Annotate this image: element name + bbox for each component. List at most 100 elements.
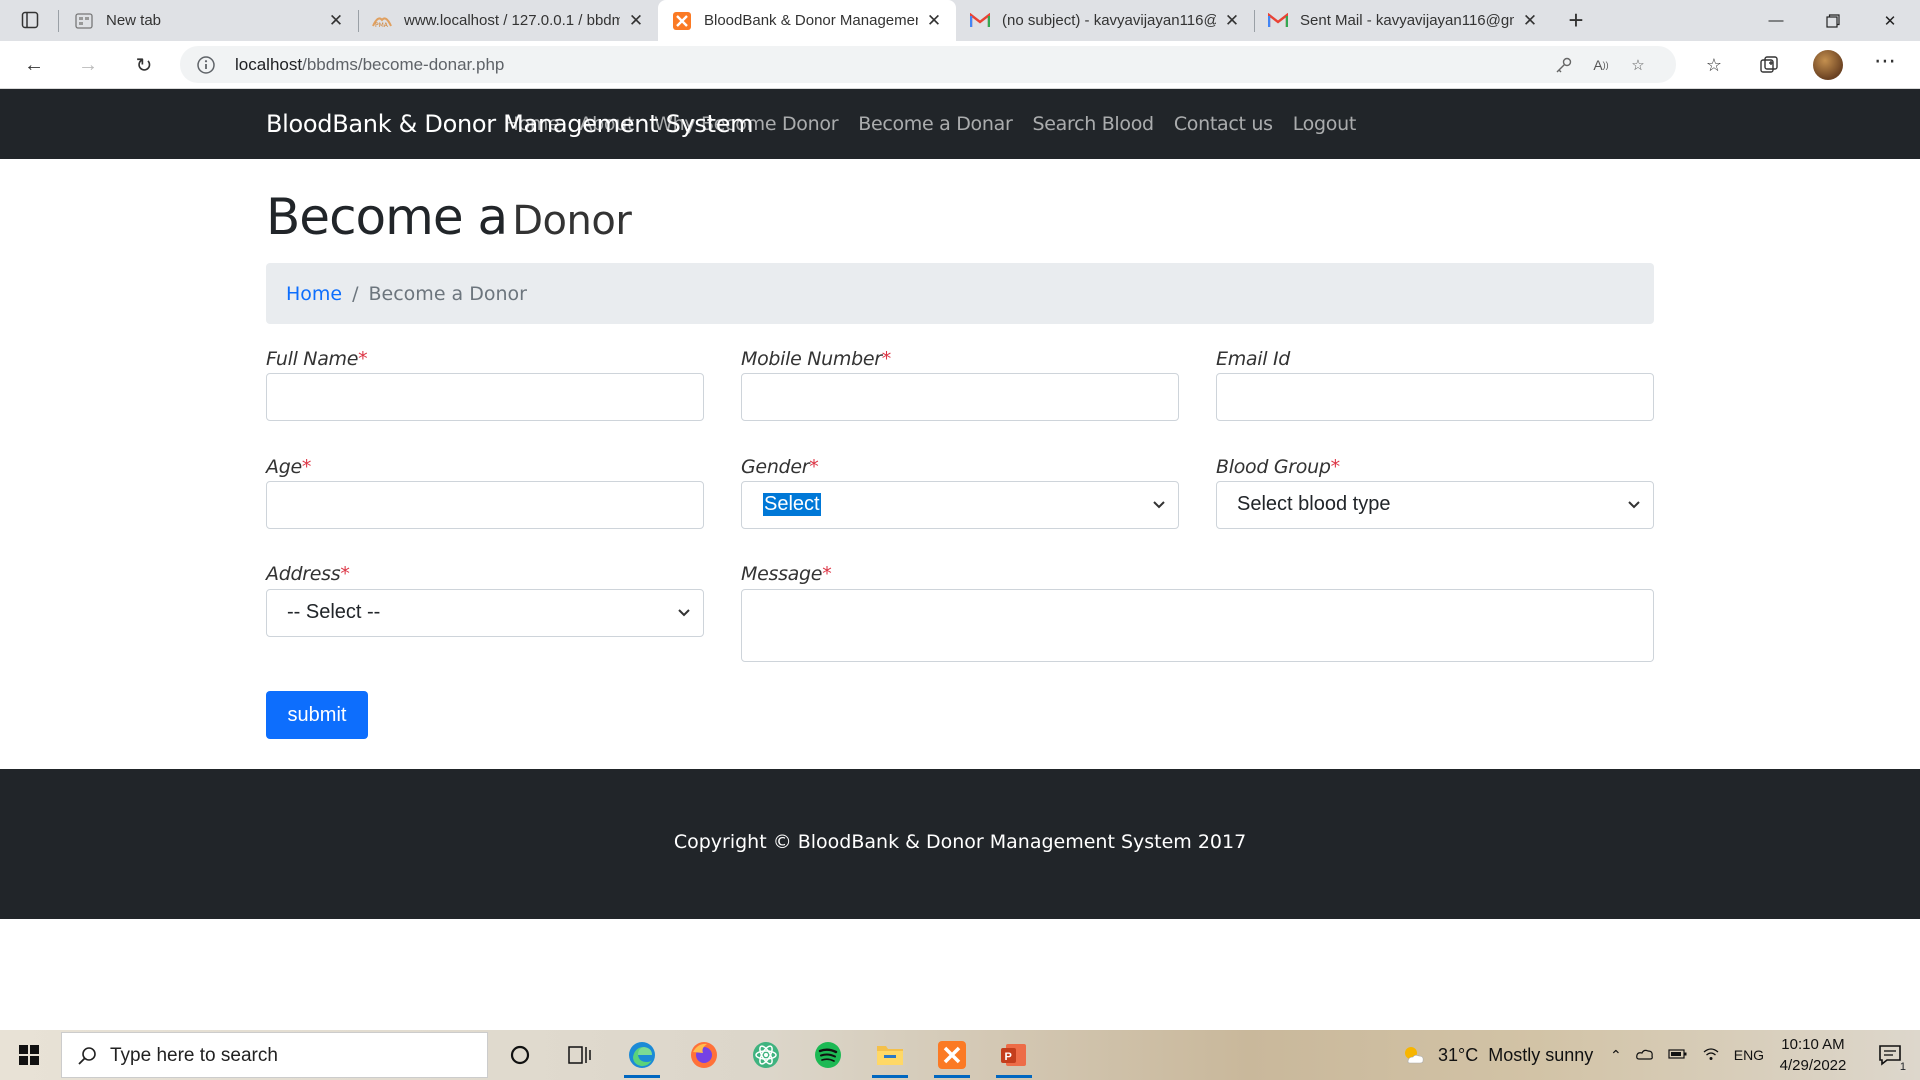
file-explorer-icon[interactable] — [862, 1030, 918, 1080]
svg-text:PMA: PMA — [375, 22, 389, 28]
message-textarea[interactable] — [741, 589, 1654, 662]
system-tray: ⌃ ENG — [1610, 1030, 1764, 1080]
age-field[interactable] — [266, 481, 704, 529]
email-field[interactable] — [1216, 373, 1654, 421]
chevron-down-icon — [1153, 501, 1165, 509]
blood-group-select[interactable]: Select blood type — [1216, 481, 1654, 529]
nav-link-why-become-donor[interactable]: Why Become Donor — [654, 113, 838, 135]
more-options-icon[interactable]: ⋯ — [1870, 46, 1900, 76]
forward-arrow-icon[interactable]: → — [70, 49, 106, 81]
nav-link-about[interactable]: About — [579, 113, 634, 135]
clock-date: 4/29/2022 — [1779, 1057, 1847, 1074]
weather-condition: Mostly sunny — [1488, 1044, 1594, 1065]
close-tab-icon[interactable]: ✕ — [326, 11, 346, 31]
page-title: Become a Donor — [266, 188, 632, 246]
notifications-icon[interactable]: 1 — [1862, 1030, 1918, 1080]
site-footer: Copyright © BloodBank & Donor Management… — [0, 769, 1920, 919]
onedrive-cloud-icon[interactable] — [1635, 1047, 1654, 1063]
site-navbar: BloodBank & Donor Management System Home… — [0, 89, 1920, 159]
powerpoint-icon[interactable]: P — [986, 1030, 1042, 1080]
nav-link-logout[interactable]: Logout — [1293, 113, 1357, 135]
read-aloud-icon[interactable]: A)) — [1589, 54, 1613, 76]
email-label: Email Id — [1216, 348, 1291, 370]
refresh-icon[interactable]: ↻ — [126, 49, 162, 81]
phpmyadmin-icon: PMA — [372, 11, 392, 31]
profile-avatar[interactable] — [1813, 50, 1843, 80]
full-name-field[interactable] — [266, 373, 704, 421]
address-bar[interactable]: localhost/bbdms/become-donar.php A)) ☆ — [180, 46, 1676, 83]
address-label: Address* — [266, 563, 350, 585]
chevron-down-icon — [1628, 501, 1640, 509]
breadcrumb-current: Become a Donor — [368, 282, 527, 305]
nav-link-home[interactable]: Home — [505, 113, 560, 135]
svg-text:P: P — [1005, 1051, 1012, 1063]
taskbar-clock[interactable]: 10:10 AM 4/29/2022 — [1768, 1034, 1858, 1076]
xampp-icon — [672, 11, 692, 31]
windows-start-icon[interactable] — [0, 1030, 58, 1080]
close-tab-icon[interactable]: ✕ — [924, 11, 944, 31]
tab-title: (no subject) - kavyavijayan116@gmail.com — [1002, 12, 1216, 29]
close-tab-icon[interactable]: ✕ — [1222, 11, 1242, 31]
close-tab-icon[interactable]: ✕ — [1520, 11, 1540, 31]
tab-title: BloodBank & Donor Management System — [704, 12, 918, 29]
weather-widget[interactable]: 31°C Mostly sunny — [1400, 1030, 1593, 1080]
submit-button[interactable]: submit — [266, 691, 368, 739]
nav-link-search-blood[interactable]: Search Blood — [1032, 113, 1154, 135]
browser-tab-new-tab[interactable]: New tab ✕ — [60, 0, 358, 41]
battery-icon[interactable] — [1668, 1047, 1688, 1063]
add-favorite-icon[interactable]: ☆ — [1626, 54, 1650, 76]
gender-select[interactable]: Select — [741, 481, 1179, 529]
tab-title: www.localhost / 127.0.0.1 / bbdms — [404, 12, 620, 29]
breadcrumb-home-link[interactable]: Home — [286, 283, 342, 305]
message-label: Message* — [741, 563, 832, 585]
browser-tab-gmail-sent[interactable]: Sent Mail - kavyavijayan116@gmail.com ✕ — [1254, 0, 1552, 41]
gmail-icon — [970, 11, 990, 31]
blood-group-selected-value: Select blood type — [1237, 493, 1391, 515]
xampp-icon[interactable] — [924, 1030, 980, 1080]
chevron-up-icon[interactable]: ⌃ — [1610, 1047, 1622, 1064]
close-tab-icon[interactable]: ✕ — [626, 11, 646, 31]
nav-link-contact-us[interactable]: Contact us — [1174, 113, 1273, 135]
collections-icon[interactable] — [1754, 50, 1784, 80]
language-indicator[interactable]: ENG — [1734, 1047, 1764, 1063]
new-tab-plus-icon[interactable]: + — [1561, 5, 1591, 35]
notification-count: 1 — [1896, 1061, 1909, 1073]
blood-group-label: Blood Group* — [1216, 456, 1340, 478]
tab-title: Sent Mail - kavyavijayan116@gmail.com — [1300, 12, 1514, 29]
age-label: Age* — [266, 456, 312, 478]
nav-link-become-a-donar[interactable]: Become a Donar — [858, 113, 1013, 135]
site-info-icon[interactable] — [196, 55, 216, 75]
back-arrow-icon[interactable]: ← — [16, 49, 52, 81]
firefox-icon[interactable] — [676, 1030, 732, 1080]
gender-selected-value: Select — [763, 493, 821, 516]
task-view-icon[interactable] — [552, 1030, 608, 1080]
browser-tab-bloodbank[interactable]: BloodBank & Donor Management System ✕ — [658, 0, 956, 41]
footer-copyright: Copyright © BloodBank & Donor Management… — [673, 831, 1247, 853]
browser-tab-phpmyadmin[interactable]: PMA www.localhost / 127.0.0.1 / bbdms ✕ — [358, 0, 658, 41]
close-window-icon[interactable]: ✕ — [1862, 0, 1918, 41]
windows-taskbar: Type here to search P 31°C Mostly sunny … — [0, 1030, 1920, 1080]
chevron-down-icon — [678, 609, 690, 617]
atom-icon[interactable] — [738, 1030, 794, 1080]
browser-tab-gmail-no-subject[interactable]: (no subject) - kavyavijayan116@gmail.com… — [956, 0, 1254, 41]
edge-icon[interactable] — [614, 1030, 670, 1080]
nav-links: Home About Why Become Donor Become a Don… — [505, 113, 1357, 135]
weather-temperature: 31°C — [1438, 1044, 1479, 1065]
breadcrumb: Home / Become a Donor — [266, 263, 1654, 324]
wifi-icon[interactable] — [1702, 1047, 1720, 1064]
spotify-icon[interactable] — [800, 1030, 856, 1080]
tab-actions-icon[interactable] — [15, 6, 45, 34]
address-select[interactable]: -- Select -- — [266, 589, 704, 637]
favorites-icon[interactable]: ☆ — [1699, 50, 1729, 80]
address-selected-value: -- Select -- — [287, 601, 381, 623]
key-icon[interactable] — [1552, 54, 1576, 76]
gender-label: Gender* — [741, 456, 819, 478]
newtab-icon — [74, 11, 94, 31]
mobile-number-field[interactable] — [741, 373, 1179, 421]
taskbar-search-box[interactable]: Type here to search — [61, 1032, 488, 1078]
browser-toolbar: ← → ↻ localhost/bbdms/become-donar.php A… — [0, 41, 1920, 89]
taskbar-search-placeholder: Type here to search — [110, 1045, 278, 1066]
cortana-icon[interactable] — [492, 1030, 548, 1080]
minimize-window-icon[interactable]: — — [1748, 0, 1804, 41]
restore-window-icon[interactable] — [1805, 0, 1861, 41]
